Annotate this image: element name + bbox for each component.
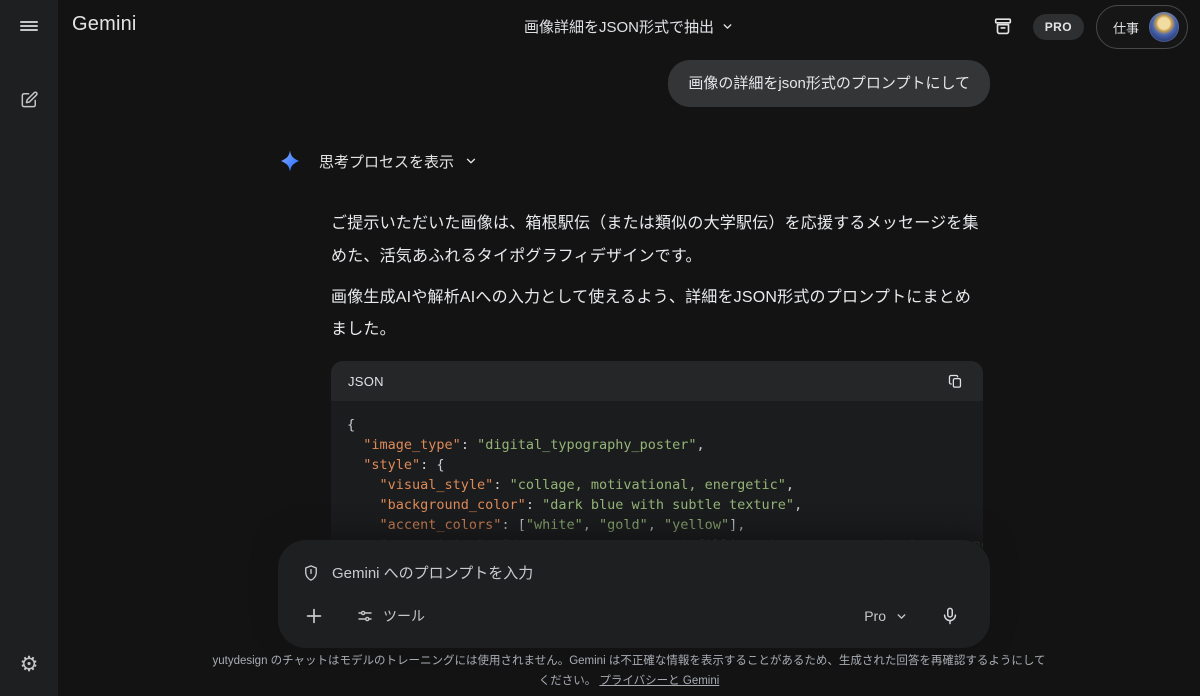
code-block: JSON { "image_type": "digital_typography… [331,361,983,557]
archive-icon [992,16,1014,38]
new-chat-button[interactable] [9,80,49,120]
copy-code-button[interactable] [939,365,971,397]
chevron-down-icon [464,154,478,168]
archive-button[interactable] [985,9,1021,45]
code-language-label: JSON [348,374,384,389]
avatar [1149,12,1179,42]
thoughts-label: 思考プロセスを表示 [319,151,454,172]
sidebar: ⚙ [0,0,58,696]
pro-badge[interactable]: PRO [1033,14,1084,40]
conversation-column: 画像の詳細をjson形式のプロンプトにして 思考プロセスを表示 ご提示いただいた… [278,52,990,557]
tools-button[interactable]: ツール [344,598,437,634]
copy-icon [947,373,964,390]
edit-icon [19,90,39,110]
gear-icon: ⚙ [20,652,39,677]
composer-right-cluster: Pro [864,596,974,636]
footer-disclaimer: yutydesign のチャットはモデルのトレーニングには使用されません。Gem… [58,651,1200,692]
code-content: { "image_type": "digital_typography_post… [331,401,983,557]
settings-button[interactable]: ⚙ [9,644,49,684]
chevron-down-icon [895,610,908,623]
profile-label: 仕事 [1113,18,1139,37]
response-paragraph-1: ご提示いただいた画像は、箱根駅伝（または類似の大学駅伝）を応援するメッセージを集… [331,208,983,274]
plus-icon [303,605,325,627]
tune-icon [356,607,374,625]
model-response: ご提示いただいた画像は、箱根駅伝（または類似の大学駅伝）を応援するメッセージを集… [331,208,983,557]
user-message-bubble: 画像の詳細をjson形式のプロンプトにして [668,60,990,107]
thoughts-toggle[interactable]: 思考プロセスを表示 [278,149,990,173]
prompt-composer[interactable]: Gemini へのプロンプトを入力 ツール Pro [278,540,990,648]
menu-button[interactable] [9,6,49,46]
composer-input-row[interactable]: Gemini へのプロンプトを入力 [302,562,966,583]
top-bar: Gemini 画像詳細をJSON形式で抽出 PRO 仕事 [58,0,1200,52]
conversation-title: 画像詳細をJSON形式で抽出 [524,16,714,37]
gemini-spark-icon [278,149,302,173]
microphone-icon [940,606,960,626]
profile-pill[interactable]: 仕事 [1096,5,1188,49]
model-label: Pro [864,608,886,624]
hamburger-icon [20,19,38,33]
tools-label: ツール [383,606,425,626]
user-message-row: 画像の詳細をjson形式のプロンプトにして [278,60,990,107]
top-right-cluster: PRO 仕事 [985,4,1188,50]
brand-logo[interactable]: Gemini [72,13,137,36]
prompt-input[interactable]: Gemini へのプロンプトを入力 [332,562,533,583]
conversation-title-dropdown[interactable]: 画像詳細をJSON形式で抽出 [524,16,734,37]
composer-toolbar: ツール Pro [294,596,974,636]
response-paragraph-2: 画像生成AIや解析AIへの入力として使えるよう、詳細をJSON形式のプロンプトに… [331,282,983,348]
chevron-down-icon [721,20,734,33]
privacy-link[interactable]: プライバシーと Gemini [599,675,719,687]
shield-icon [302,564,320,582]
model-selector[interactable]: Pro [864,608,908,624]
thoughts-label-wrap: 思考プロセスを表示 [319,151,478,172]
add-attachment-button[interactable] [294,596,334,636]
microphone-button[interactable] [930,596,970,636]
code-block-header: JSON [331,361,983,401]
